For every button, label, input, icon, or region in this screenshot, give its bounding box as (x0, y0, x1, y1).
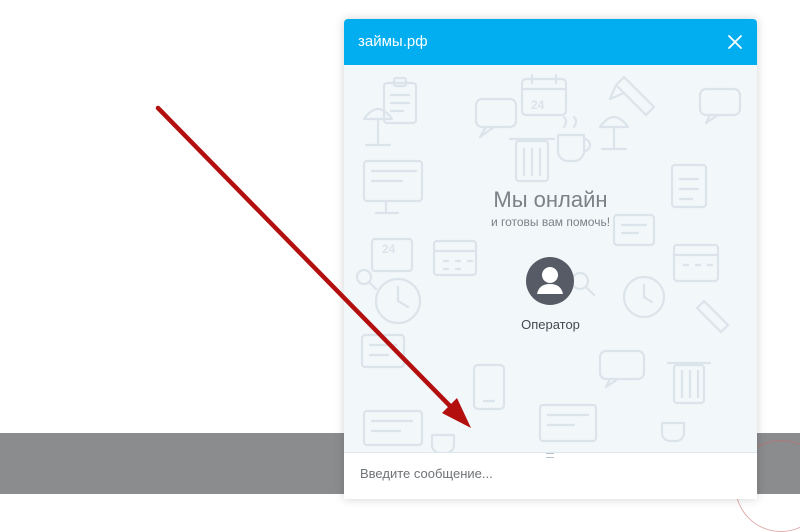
message-composer (344, 452, 757, 499)
chat-body: 24 24 Мы онлайн и готовы вам помочь! Опе… (344, 65, 757, 452)
resize-handle[interactable] (344, 452, 757, 458)
online-status-subtitle: и готовы вам помочь! (490, 215, 611, 229)
online-status-title: Мы онлайн (493, 187, 608, 212)
message-input[interactable] (358, 461, 742, 485)
status-block: Мы онлайн и готовы вам помочь! Оператор (344, 65, 757, 452)
chat-title: займы.рф (358, 33, 428, 50)
chat-header: займы.рф (344, 19, 757, 65)
operator-label: Оператор (521, 317, 580, 332)
close-icon (728, 35, 742, 49)
operator-avatar (526, 257, 574, 305)
close-button[interactable] (723, 30, 747, 54)
user-silhouette-icon (537, 267, 563, 294)
chat-widget: займы.рф 24 24 Мы онлайн и готовы вам по… (344, 19, 757, 499)
